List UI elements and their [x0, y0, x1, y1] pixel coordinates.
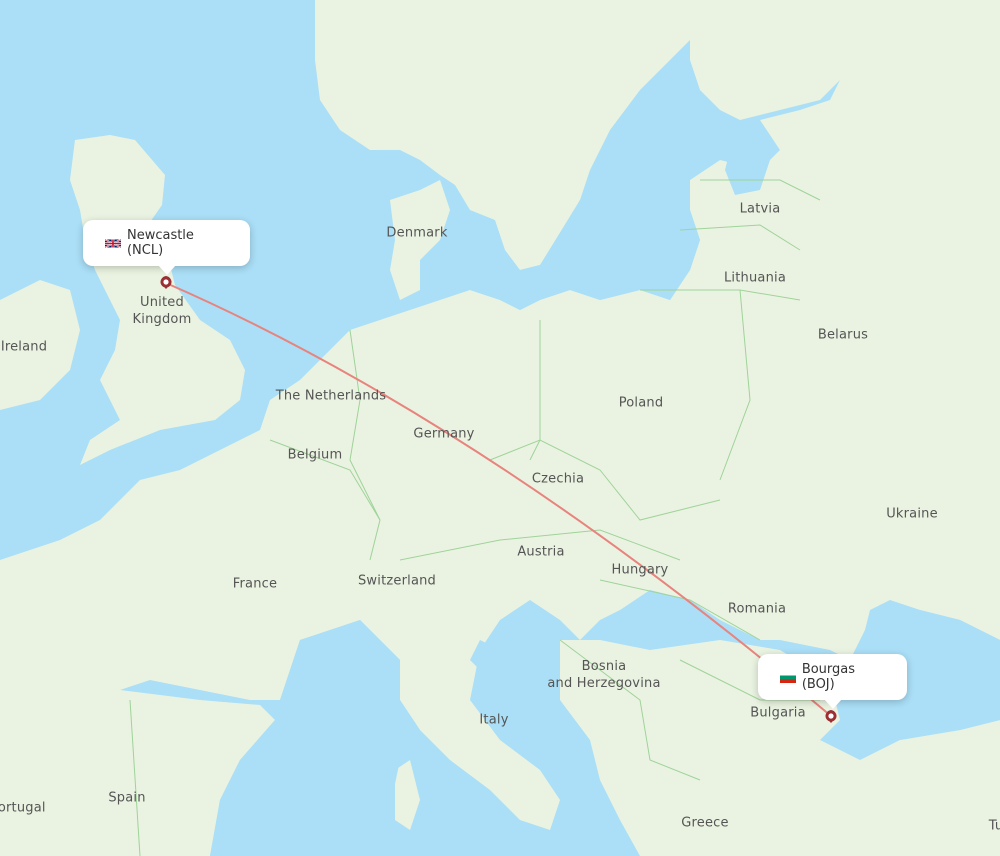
country-label-france: France	[232, 576, 278, 592]
country-label-portugal: Portugal	[0, 800, 46, 816]
country-label-belarus: Belarus	[817, 327, 869, 343]
country-label-united-kingdom: United Kingdom	[132, 295, 192, 327]
country-label-ireland: Ireland	[0, 339, 48, 355]
map-canvas[interactable]: Latvia Denmark Lithuania United Kingdom …	[0, 0, 1000, 856]
uk-flag-icon	[105, 238, 121, 248]
country-label-ukraine: Ukraine	[886, 506, 938, 522]
origin-airport-callout[interactable]: Newcastle (NCL)	[83, 220, 250, 266]
bulgaria-flag-icon	[780, 671, 796, 683]
country-label-switzerland: Switzerland	[357, 573, 437, 589]
origin-marker[interactable]	[160, 276, 172, 289]
country-label-hungary: Hungary	[611, 562, 669, 578]
country-label-bosnia-and-herzegovina: Bosnia and Herzegovina	[547, 659, 661, 691]
country-label-greece: Greece	[681, 815, 729, 831]
country-label-austria: Austria	[517, 544, 565, 560]
country-label-the-netherlands: The Netherlands	[275, 388, 387, 404]
country-label-belgium: Belgium	[287, 447, 343, 463]
country-label-romania: Romania	[727, 601, 787, 617]
country-label-denmark: Denmark	[386, 225, 448, 241]
country-label-germany: Germany	[413, 426, 475, 442]
country-label-turkey: Tu	[988, 818, 1000, 834]
country-label-lithuania: Lithuania	[723, 270, 787, 286]
destination-airport-callout[interactable]: Bourgas (BOJ)	[758, 654, 907, 700]
flight-route-line	[165, 282, 832, 717]
country-label-spain: Spain	[108, 790, 146, 806]
destination-airport-label: Bourgas (BOJ)	[801, 662, 856, 692]
country-label-italy: Italy	[479, 712, 509, 728]
country-label-latvia: Latvia	[739, 201, 781, 217]
country-label-poland: Poland	[618, 395, 664, 411]
country-label-czechia: Czechia	[531, 471, 585, 487]
country-label-bulgaria: Bulgaria	[750, 705, 806, 721]
origin-airport-label: Newcastle (NCL)	[126, 228, 194, 258]
